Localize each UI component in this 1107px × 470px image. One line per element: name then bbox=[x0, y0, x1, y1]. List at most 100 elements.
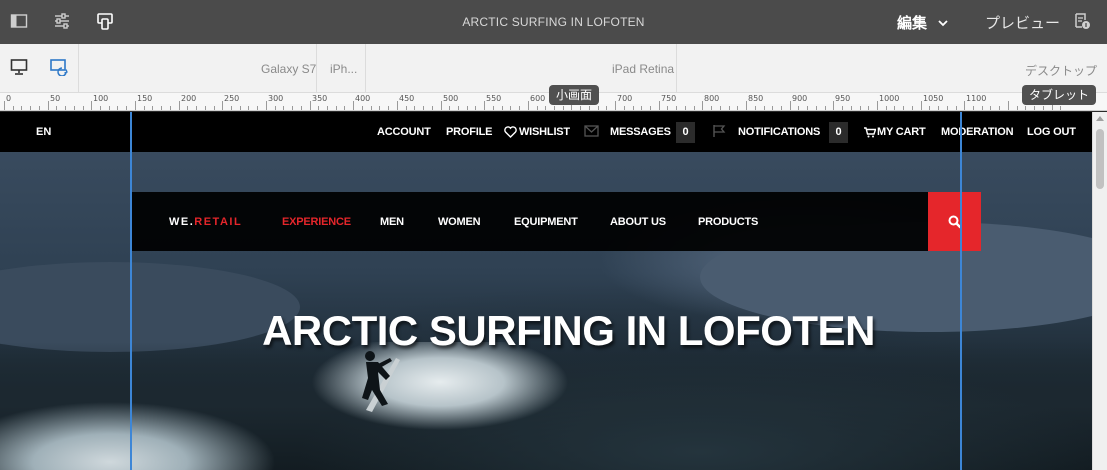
ruler-tick bbox=[641, 106, 642, 110]
ruler-tick bbox=[510, 106, 511, 110]
ruler-tick bbox=[432, 106, 433, 110]
language-selector[interactable]: EN bbox=[36, 126, 51, 138]
search-button[interactable] bbox=[928, 192, 981, 251]
chevron-down-icon[interactable] bbox=[937, 16, 949, 28]
rotate-device-icon[interactable] bbox=[49, 58, 69, 78]
ruler-label: 250 bbox=[224, 94, 240, 103]
account-link[interactable]: ACCOUNT bbox=[377, 126, 431, 138]
preview-button[interactable]: プレビュー bbox=[985, 12, 1060, 33]
scroll-up-arrow[interactable] bbox=[1096, 116, 1104, 121]
ruler-tick bbox=[344, 106, 345, 110]
ruler-tick bbox=[877, 101, 878, 110]
ruler-tick bbox=[711, 106, 712, 110]
ruler-tick bbox=[371, 106, 372, 110]
device-desktop[interactable]: デスクトップ bbox=[1025, 62, 1097, 79]
ruler-tick bbox=[117, 106, 118, 110]
ruler-tick bbox=[214, 106, 215, 110]
ruler-tick bbox=[493, 106, 494, 110]
notifications-link[interactable]: NOTIFICATIONS bbox=[738, 126, 820, 138]
nav-women[interactable]: WOMEN bbox=[438, 216, 481, 228]
scroll-thumb[interactable] bbox=[1096, 129, 1104, 189]
ruler-tick bbox=[982, 106, 983, 110]
ruler-tick bbox=[1025, 106, 1026, 110]
ruler-tick bbox=[449, 106, 450, 110]
ruler-tick bbox=[921, 101, 922, 110]
ruler-tick bbox=[938, 106, 939, 110]
ruler-label: 350 bbox=[312, 94, 328, 103]
messages-count-badge: 0 bbox=[676, 122, 695, 143]
ruler-tick bbox=[30, 106, 31, 110]
ruler-tick bbox=[659, 101, 660, 110]
device-galaxy-s7[interactable]: Galaxy S7 bbox=[261, 62, 316, 76]
utility-navigation: EN ACCOUNT PROFILE WISHLIST MESSAGES 0 N… bbox=[0, 112, 1092, 152]
ruler-tick bbox=[1060, 106, 1061, 110]
ruler-tick bbox=[929, 106, 930, 110]
ruler-label: 1050 bbox=[923, 94, 944, 103]
ruler-tick bbox=[467, 106, 468, 110]
device-divider bbox=[365, 44, 366, 93]
nav-products[interactable]: PRODUCTS bbox=[698, 216, 758, 228]
ruler-tick bbox=[1008, 101, 1009, 110]
hero-title: ARCTIC SURFING IN LOFOTEN bbox=[262, 307, 875, 354]
ruler-tick bbox=[545, 106, 546, 110]
edit-mode-button[interactable]: 編集 bbox=[897, 12, 927, 33]
ruler-tick bbox=[772, 106, 773, 110]
ruler-tick bbox=[1034, 106, 1035, 110]
breakpoint-guide-line[interactable] bbox=[130, 112, 132, 470]
profile-link[interactable]: PROFILE bbox=[446, 126, 492, 138]
page-scrollbar[interactable] bbox=[1092, 112, 1107, 470]
nav-about-us[interactable]: ABOUT US bbox=[610, 216, 666, 228]
wishlist-link[interactable]: WISHLIST bbox=[519, 126, 570, 138]
ruler-tick bbox=[667, 106, 668, 110]
device-ipad-retina[interactable]: iPad Retina bbox=[612, 62, 674, 76]
nav-men[interactable]: MEN bbox=[380, 216, 404, 228]
ruler-tick bbox=[231, 106, 232, 110]
ruler-tick bbox=[903, 106, 904, 110]
ruler-tick bbox=[441, 101, 442, 110]
ruler-tick bbox=[798, 106, 799, 110]
ruler-tick bbox=[947, 106, 948, 110]
device-iphone[interactable]: iPh... bbox=[330, 62, 357, 76]
ruler-tick bbox=[633, 106, 634, 110]
ruler-tick bbox=[554, 106, 555, 110]
ruler-tick bbox=[414, 106, 415, 110]
ruler-tick bbox=[379, 106, 380, 110]
ruler-label: 200 bbox=[181, 94, 197, 103]
editor-toolbar: ARCTIC SURFING IN LOFOTEN 編集 プレビュー bbox=[0, 0, 1107, 44]
ruler-tick bbox=[851, 106, 852, 110]
ruler-tick bbox=[825, 106, 826, 110]
ruler-label: 0 bbox=[6, 94, 12, 103]
page-information-icon[interactable] bbox=[1073, 12, 1093, 32]
ruler-tick bbox=[790, 101, 791, 110]
ruler-tick bbox=[755, 106, 756, 110]
ruler-label: 450 bbox=[399, 94, 415, 103]
ruler-label: 1100 bbox=[966, 94, 987, 103]
ruler-tick bbox=[964, 101, 965, 110]
ruler-tick bbox=[842, 106, 843, 110]
nav-experience[interactable]: EXPERIENCE bbox=[282, 216, 351, 228]
ruler-tick bbox=[152, 106, 153, 110]
ruler-tick bbox=[589, 106, 590, 110]
ruler-label: 850 bbox=[748, 94, 764, 103]
desktop-icon[interactable] bbox=[10, 58, 30, 78]
ruler-tick bbox=[353, 101, 354, 110]
ruler-label: 800 bbox=[704, 94, 720, 103]
messages-link[interactable]: MESSAGES bbox=[610, 126, 671, 138]
breakpoint-guide-line[interactable] bbox=[960, 112, 962, 470]
ruler-tick bbox=[781, 106, 782, 110]
ruler-tick bbox=[91, 101, 92, 110]
page-canvas: EN ACCOUNT PROFILE WISHLIST MESSAGES 0 N… bbox=[0, 112, 1092, 470]
nav-equipment[interactable]: EQUIPMENT bbox=[514, 216, 578, 228]
logout-link[interactable]: LOG OUT bbox=[1027, 126, 1076, 138]
ruler-tick bbox=[694, 106, 695, 110]
ruler-tick bbox=[729, 106, 730, 110]
ruler-tick bbox=[598, 106, 599, 110]
my-cart-link[interactable]: MY CART bbox=[877, 126, 926, 138]
ruler-tick bbox=[537, 106, 538, 110]
we-retail-logo[interactable]: WE.RETAIL bbox=[169, 216, 242, 228]
moderation-link[interactable]: MODERATION bbox=[941, 126, 1014, 138]
ruler-label: 300 bbox=[268, 94, 284, 103]
ruler-tick bbox=[222, 101, 223, 110]
ruler-tick bbox=[615, 101, 616, 110]
ruler-tick bbox=[406, 106, 407, 110]
